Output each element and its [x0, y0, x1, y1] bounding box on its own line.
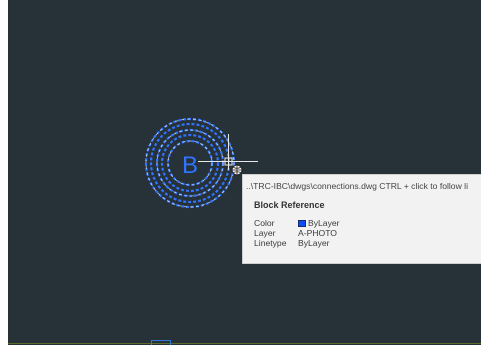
color-swatch-icon: [298, 220, 306, 227]
property-value: ByLayer: [298, 238, 330, 248]
block-drawing-layer: B: [144, 117, 258, 209]
drawing-canvas[interactable]: B ..\TRC-IBC\dwgs\connections.dwg CTRL +…: [8, 0, 481, 345]
property-label: Color: [254, 218, 275, 228]
property-value: ByLayer: [308, 218, 340, 228]
rollover-tooltip: ..\TRC-IBC\dwgs\connections.dwg CTRL + c…: [242, 174, 481, 264]
drawing-baseline: [8, 343, 481, 344]
block-letter: B: [182, 152, 198, 179]
viewport-bottom-edge: [8, 345, 481, 353]
property-label: Linetype: [254, 238, 287, 248]
property-row-color: Color ByLayer: [254, 218, 340, 228]
property-label: Layer: [254, 228, 276, 238]
autocad-viewport-frame: B ..\TRC-IBC\dwgs\connections.dwg CTRL +…: [0, 0, 481, 353]
hyperlink-path[interactable]: ..\TRC-IBC\dwgs\connections.dwg CTRL + c…: [246, 181, 468, 191]
property-row-linetype: Linetype ByLayer: [254, 238, 330, 248]
property-row-layer: Layer A-PHOTO: [254, 228, 337, 238]
crosshair-cursor: [198, 134, 258, 170]
property-value: A-PHOTO: [298, 228, 337, 238]
tooltip-title: Block Reference: [254, 200, 325, 210]
